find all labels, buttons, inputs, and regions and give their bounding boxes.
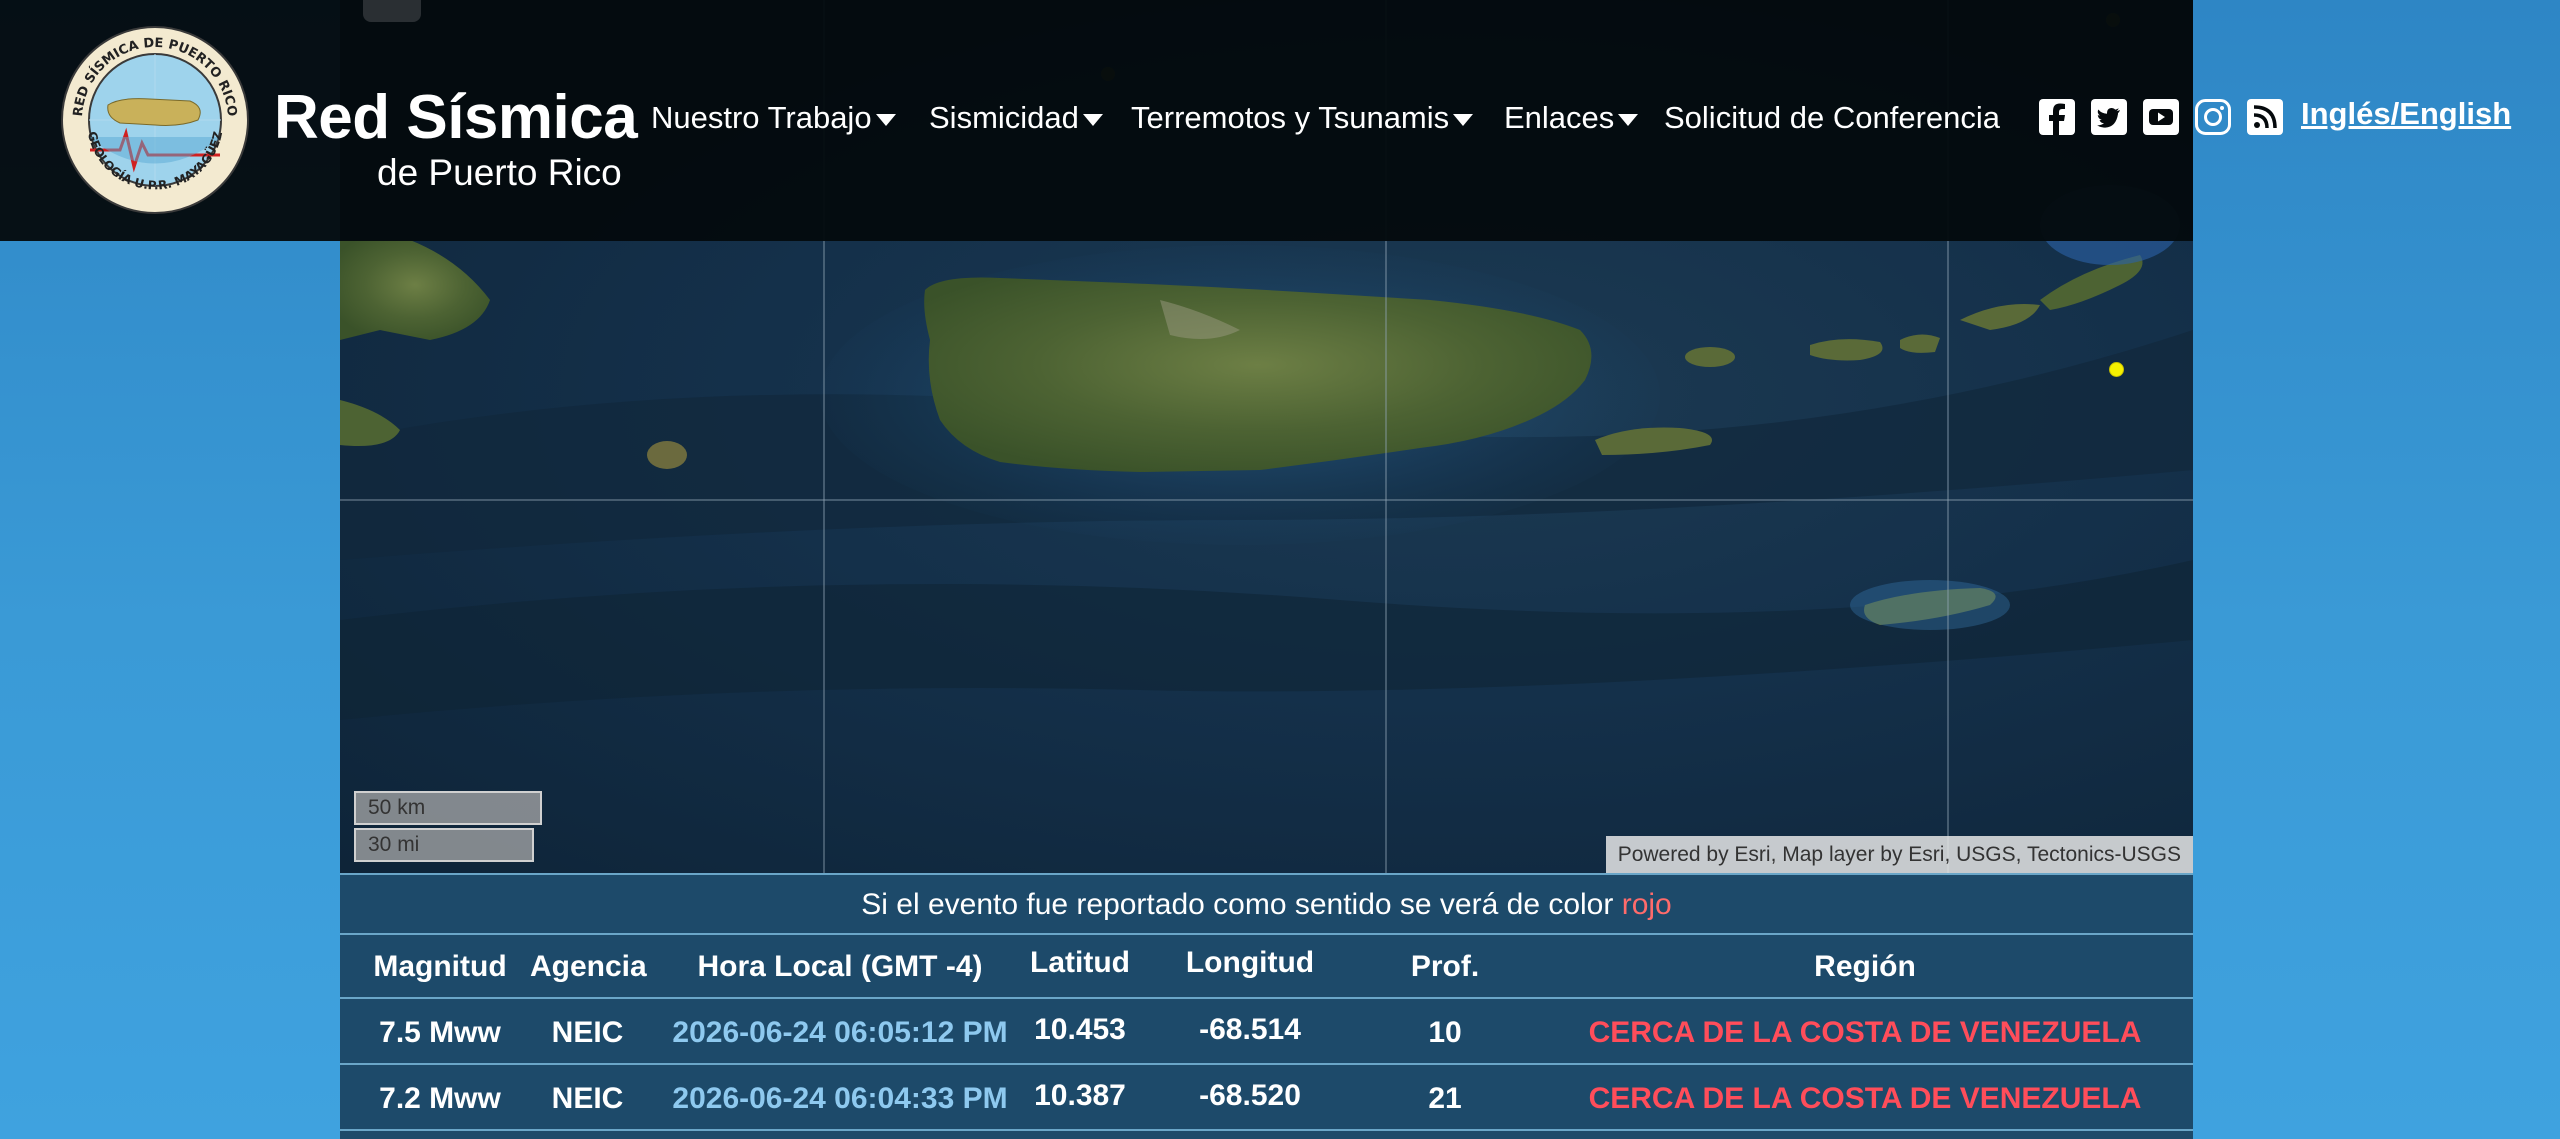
- youtube-icon[interactable]: [2143, 99, 2179, 135]
- rss-icon[interactable]: [2247, 99, 2283, 135]
- cell-region: CERCA DE LA COSTA DE VENEZUELA: [1588, 1082, 2142, 1115]
- cell-depth: 21: [1428, 1082, 1462, 1115]
- nav-label: Terremotos y Tsunamis: [1131, 100, 1450, 135]
- scale-bar-mi: 30 mi: [354, 828, 534, 862]
- cell-latitude: 10.387: [1034, 1079, 1126, 1112]
- instagram-icon[interactable]: [2195, 99, 2231, 135]
- column-header-hora-local: Hora Local (GMT -4): [697, 950, 983, 983]
- column-header-latitud: Latitud: [1030, 946, 1130, 979]
- site-header: RED SÍSMICA DE PUERTO RICO GEOLOGÍA U.P.…: [0, 0, 2511, 241]
- earthquake-marker[interactable]: [2109, 362, 2124, 377]
- nav-sismicidad[interactable]: Sismicidad: [929, 100, 1103, 136]
- cell-longitude: -68.520: [1199, 1079, 1301, 1112]
- cell-local-time: 2026-06-24 06:05:12 PM: [672, 1016, 1008, 1049]
- nav-label: Sismicidad: [929, 100, 1079, 135]
- nav-label: Solicitud de Conferencia: [1664, 100, 2001, 135]
- nav-label: Enlaces: [1504, 100, 1615, 135]
- site-subtitle[interactable]: de Puerto Rico: [377, 152, 622, 194]
- column-header-magnitud: Magnitud: [373, 950, 507, 983]
- felt-legend-note: Si el evento fue reportado como sentido …: [340, 873, 2193, 935]
- column-header-region: Región: [1814, 950, 1916, 983]
- map-control-button[interactable]: [363, 0, 421, 22]
- cell-local-time: 2026-06-24 06:04:33 PM: [672, 1082, 1008, 1115]
- scale-bar-km: 50 km: [354, 791, 542, 825]
- twitter-icon[interactable]: [2091, 99, 2127, 135]
- nav-nuestro-trabajo[interactable]: Nuestro Trabajo: [651, 100, 896, 136]
- cell-depth: 10: [1428, 1016, 1462, 1049]
- table-row[interactable]: 7.5 Mww NEIC 2026-06-24 06:05:12 PM 10.4…: [340, 1001, 2193, 1065]
- column-header-longitud: Longitud: [1185, 946, 1315, 979]
- column-header-agencia: Agencia: [530, 950, 647, 983]
- cell-agency: NEIC: [551, 1016, 624, 1049]
- cell-longitude: -68.514: [1199, 1013, 1301, 1046]
- cell-latitude: 10.453: [1034, 1013, 1126, 1046]
- cell-magnitude: 7.5 Mww: [379, 1016, 501, 1049]
- cell-magnitude: 7.2 Mww: [379, 1082, 501, 1115]
- cell-region: CERCA DE LA COSTA DE VENEZUELA: [1588, 1016, 2142, 1049]
- nav-label: Nuestro Trabajo: [651, 100, 872, 135]
- felt-note-highlight: rojo: [1621, 888, 1672, 921]
- felt-note-text: Si el evento fue reportado como sentido …: [861, 888, 1622, 921]
- nav-enlaces[interactable]: Enlaces: [1504, 100, 1639, 136]
- red-sismica-logo[interactable]: RED SÍSMICA DE PUERTO RICO GEOLOGÍA U.P.…: [60, 25, 250, 215]
- table-header-row: Magnitud Agencia Hora Local (GMT -4) Lat…: [340, 935, 2193, 999]
- caret-down-icon: [1618, 114, 1639, 126]
- column-header-prof: Prof.: [1410, 950, 1480, 983]
- nav-terremotos-tsunamis[interactable]: Terremotos y Tsunamis: [1131, 100, 1474, 136]
- events-panel: Si el evento fue reportado como sentido …: [340, 873, 2193, 1139]
- caret-down-icon: [875, 114, 896, 126]
- site-title[interactable]: Red Sísmica: [274, 82, 638, 153]
- nav-solicitud-conferencia[interactable]: Solicitud de Conferencia: [1664, 100, 2000, 136]
- caret-down-icon: [1082, 114, 1103, 126]
- table-row[interactable]: 7.2 Mww NEIC 2026-06-24 06:04:33 PM 10.3…: [340, 1067, 2193, 1131]
- facebook-icon[interactable]: [2039, 99, 2075, 135]
- cell-agency: NEIC: [551, 1082, 624, 1115]
- map-attribution: Powered by Esri, Map layer by Esri, USGS…: [1605, 836, 2193, 873]
- caret-down-icon: [1453, 114, 1474, 126]
- language-toggle-link[interactable]: Inglés/English: [2301, 96, 2511, 132]
